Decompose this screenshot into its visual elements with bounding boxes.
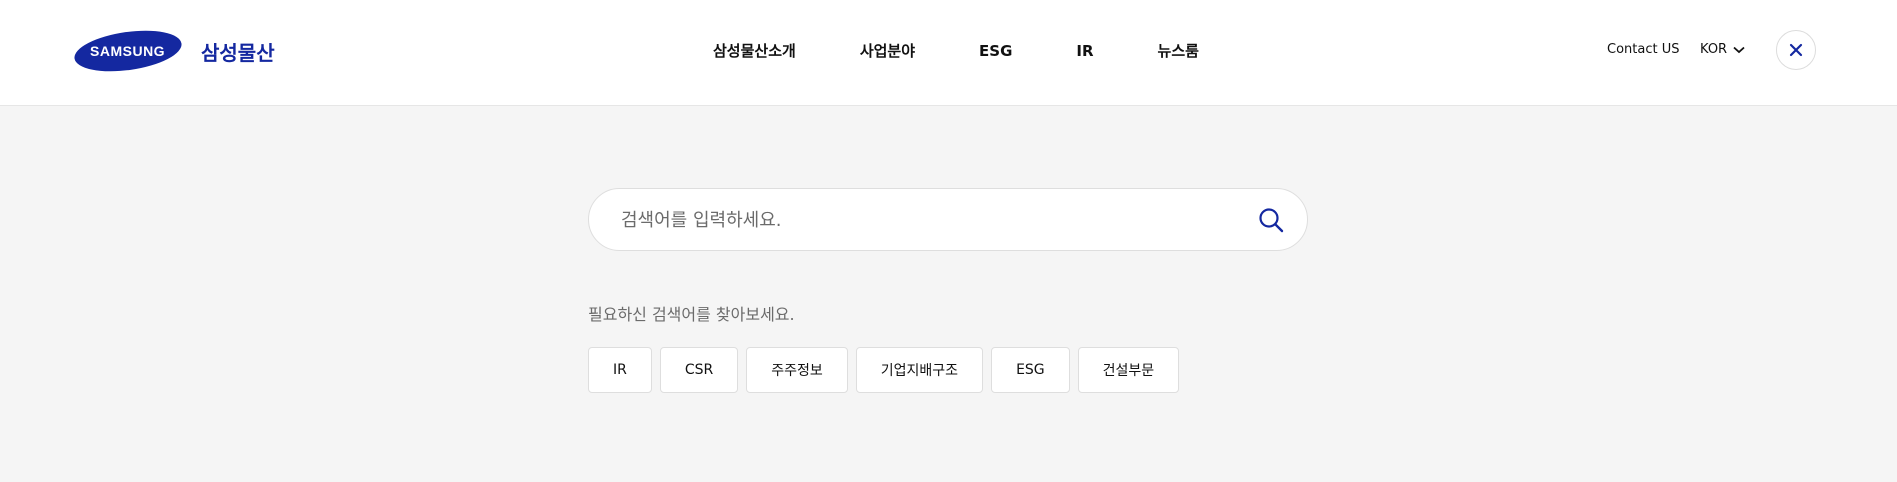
- search-icon: [1259, 208, 1284, 233]
- logo-wordmark: SAMSUNG: [90, 43, 166, 59]
- keyword-tag-governance[interactable]: 기업지배구조: [855, 347, 984, 393]
- contact-us-link[interactable]: Contact US: [1607, 42, 1679, 57]
- search-input[interactable]: [619, 189, 1223, 252]
- keyword-tag-esg[interactable]: ESG: [991, 347, 1070, 393]
- suggested-keywords: IR CSR 주주정보 기업지배구조 ESG 건설부문: [588, 347, 1180, 393]
- nav-item-esg[interactable]: ESG: [979, 42, 1012, 60]
- keyword-tag-construction[interactable]: 건설부문: [1077, 347, 1180, 393]
- language-label: KOR: [1700, 42, 1728, 57]
- chevron-down-icon: [1733, 46, 1745, 53]
- nav-item-newsroom[interactable]: 뉴스룸: [1158, 40, 1199, 61]
- nav-item-business[interactable]: 사업분야: [860, 40, 915, 61]
- site-header: SAMSUNG 삼성물산 삼성물산소개 사업분야 ESG IR 뉴스룸 Cont…: [0, 0, 1897, 106]
- search-box: [588, 188, 1308, 252]
- keyword-tag-ir[interactable]: IR: [588, 347, 652, 393]
- close-icon: [1789, 43, 1803, 57]
- keyword-tag-csr[interactable]: CSR: [659, 347, 739, 393]
- samsung-logo-oval: SAMSUNG: [71, 24, 185, 78]
- main-nav: 삼성물산소개 사업분야 ESG IR 뉴스룸: [713, 40, 1199, 61]
- nav-item-about[interactable]: 삼성물산소개: [713, 40, 796, 61]
- close-button[interactable]: [1776, 30, 1816, 70]
- suggestions-title: 필요하신 검색어를 찾아보세요.: [588, 305, 795, 324]
- language-selector[interactable]: KOR: [1700, 42, 1745, 57]
- company-name: 삼성물산: [201, 40, 275, 65]
- search-button[interactable]: [1256, 205, 1286, 235]
- nav-item-ir[interactable]: IR: [1076, 42, 1093, 60]
- keyword-tag-shareholder-info[interactable]: 주주정보: [746, 347, 848, 393]
- samsung-logo[interactable]: SAMSUNG 삼성물산: [71, 24, 275, 78]
